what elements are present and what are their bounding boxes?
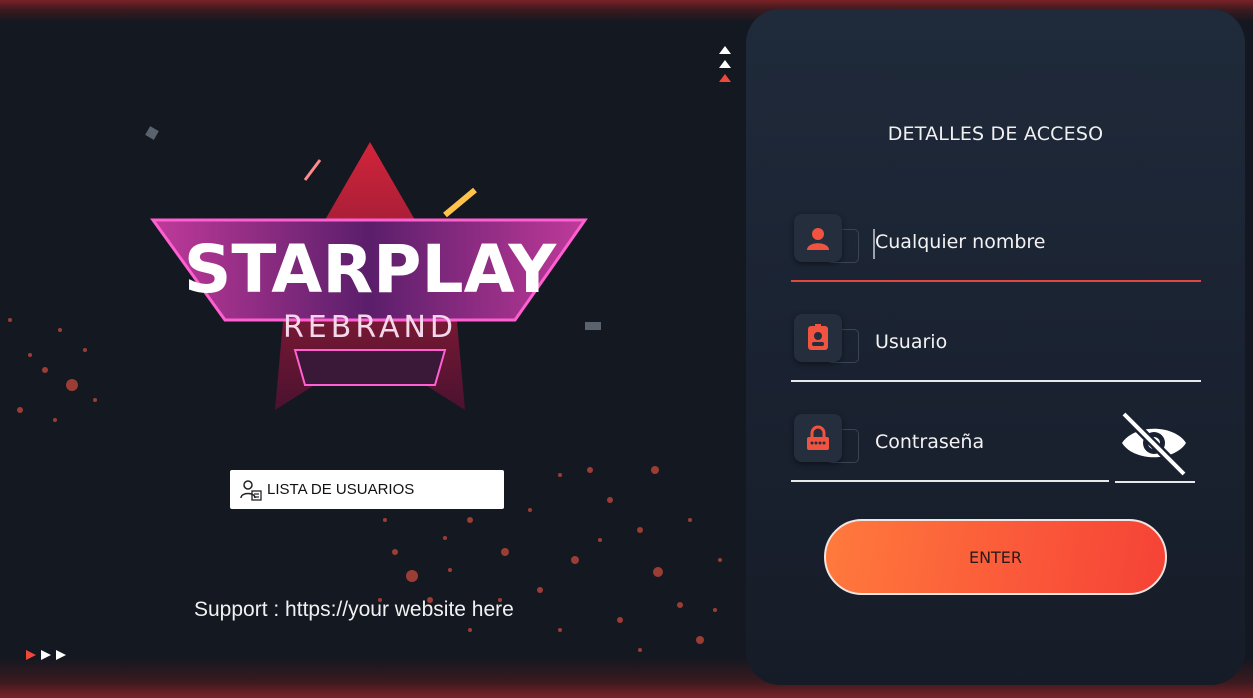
triangle-row-icon	[26, 650, 66, 660]
lock-icon	[794, 414, 842, 462]
users-list-label: LISTA DE USUARIOS	[267, 481, 415, 498]
starplay-logo: STARPLAY REBRAND	[150, 142, 588, 410]
eye-underline	[1115, 481, 1195, 483]
enter-label: ENTER	[968, 547, 1023, 567]
person-icon	[794, 214, 842, 262]
password-field[interactable]: Contraseña	[791, 414, 1109, 484]
password-input[interactable]: Contraseña	[875, 431, 984, 453]
name-field[interactable]: Cualquier nombre	[791, 214, 1201, 284]
logo-subtitle: REBRAND	[283, 310, 457, 345]
password-underline	[791, 480, 1109, 482]
enter-button[interactable]: ENTER	[824, 519, 1167, 595]
splash-area: STARPLAY REBRAND LISTA DE USUARIOS Suppo…	[0, 0, 745, 698]
support-text: Support : https://your website here	[194, 598, 514, 621]
username-field[interactable]: Usuario	[791, 314, 1201, 384]
name-input[interactable]: Cualquier nombre	[875, 231, 1045, 253]
triangle-stack-icon	[719, 46, 731, 82]
id-card-icon	[794, 314, 842, 362]
logo-title: STARPLAY	[184, 231, 558, 308]
deco-square	[585, 322, 601, 330]
login-title: DETALLES DE ACCESO	[887, 123, 1104, 145]
users-list-button[interactable]: LISTA DE USUARIOS	[230, 470, 504, 509]
users-list-icon	[240, 479, 262, 501]
eye-slash-icon[interactable]	[1118, 410, 1190, 476]
username-underline	[791, 380, 1201, 382]
username-input[interactable]: Usuario	[875, 331, 947, 353]
name-underline	[791, 280, 1201, 282]
